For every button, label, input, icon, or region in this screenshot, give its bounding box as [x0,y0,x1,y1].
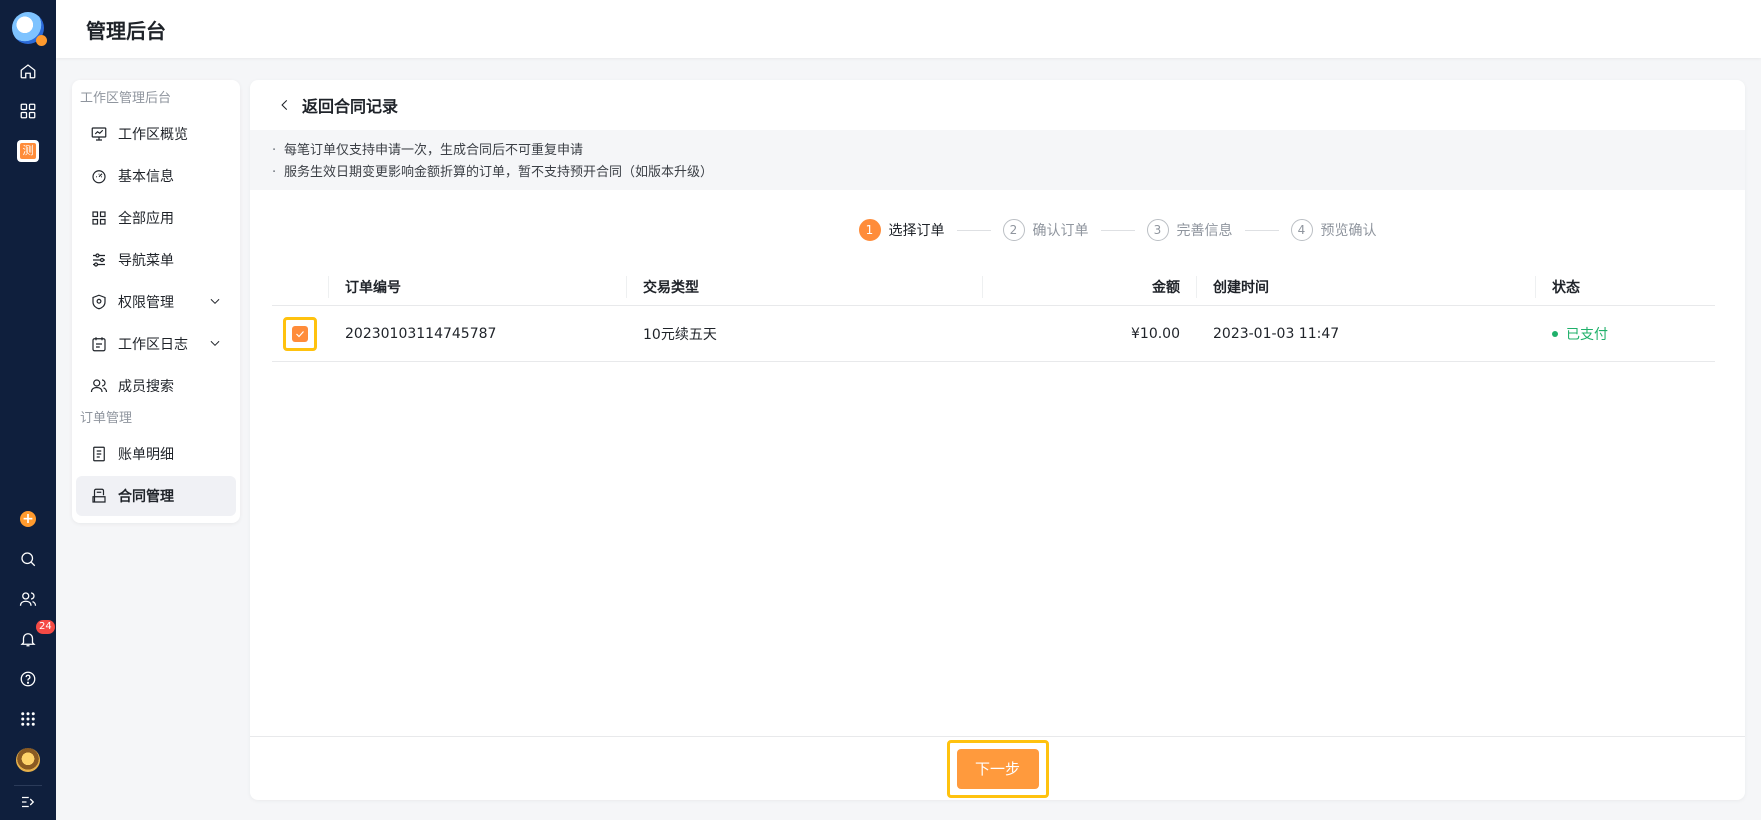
notice-text: 每笔订单仅支持申请一次，生成合同后不可重复申请 [284,143,584,158]
notice-text: 服务生效日期变更影响金额折算的订单，暂不支持预开合同（如版本升级） [284,165,714,180]
step-confirm-order: 2 确认订单 [1002,219,1089,241]
sidebar-item-overview[interactable]: 工作区概览 [76,114,236,154]
avatar [16,748,40,772]
contract-icon [92,488,106,503]
row-checkbox[interactable] [292,325,308,342]
help-icon[interactable] [10,661,46,697]
workspace-app-glyph: 测 [20,143,36,159]
step-select-order: 1 选择订单 [858,219,945,241]
sliders-icon [93,253,105,267]
header-transaction-type: 交易类型 [626,275,982,298]
row-check-cell [272,306,328,361]
orders-table: 订单编号 交易类型 金额 创建时间 状态 20230103114745787 1… [272,268,1715,362]
step-connector [956,229,991,231]
expand-sidebar-icon[interactable] [10,784,46,820]
stepper: 1 选择订单 2 确认订单 3 完善信息 4 预览确认 [250,210,1745,250]
left-rail: 测 + 24 [0,0,56,820]
cell-status: 已支付 [1535,323,1715,345]
header-order-id: 订单编号 [328,275,626,298]
sidebar-item-label: 基本信息 [118,169,174,185]
document-icon [93,446,105,462]
calendar-icon [92,337,106,352]
table-header: 订单编号 交易类型 金额 创建时间 状态 [272,268,1715,306]
notification-badge: 24 [36,620,55,634]
sidebar-item-label: 合同管理 [118,489,174,505]
header-status: 状态 [1535,275,1715,298]
step-label: 预览确认 [1320,223,1377,239]
step-connector [1244,229,1279,231]
cell-transaction-type: 10元续五天 [643,326,717,343]
header-created-time: 创建时间 [1196,275,1535,298]
sidebar-item-nav-menu[interactable]: 导航菜单 [76,240,236,280]
step-complete-info: 3 完善信息 [1146,219,1233,241]
nav-group-orders: 订单管理 [80,411,133,426]
step-number: 3 [1146,219,1169,241]
cell-amount: ¥10.00 [1131,325,1180,342]
shield-icon [92,294,106,310]
side-navigation: 工作区管理后台 工作区概览 基本信息 全部应用 导航菜单 权限管理 工作区日志 … [72,80,240,523]
next-button-highlight: 下一步 [946,739,1049,798]
chevron-left-icon [281,99,288,111]
step-number: 2 [1002,219,1025,241]
table-row[interactable]: 20230103114745787 10元续五天 ¥10.00 2023-01-… [272,306,1715,362]
panel-footer: 下一步 [250,736,1745,800]
user-avatar-button[interactable] [10,742,46,778]
sidebar-item-label: 工作区日志 [118,337,188,353]
search-icon[interactable] [10,541,46,577]
sidebar-item-label: 全部应用 [118,211,174,227]
cell-order-id: 20230103114745787 [345,325,497,342]
status-dot [1552,330,1558,337]
sidebar-item-contracts[interactable]: 合同管理 [76,476,236,516]
sidebar-item-label: 成员搜索 [118,379,174,395]
notice-line: · 服务生效日期变更影响金额折算的订单，暂不支持预开合同（如版本升级） [272,165,714,180]
chevron-down-icon [210,298,220,304]
home-icon[interactable] [10,53,46,89]
chevron-down-icon [210,340,220,346]
users-icon [90,379,108,393]
sidebar-item-label: 权限管理 [118,295,174,311]
plus-icon: + [20,511,36,527]
sidebar-item-workspace-log[interactable]: 工作区日志 [76,324,236,364]
workspace-app-icon: 测 [17,140,39,162]
top-header: 管理后台 [56,0,1761,58]
back-link[interactable]: 返回合同记录 [250,80,1745,130]
step-label: 选择订单 [888,223,945,239]
header-amount: 金额 [982,275,1196,298]
workspace-app-button[interactable]: 测 [10,133,46,169]
sidebar-item-label: 导航菜单 [118,253,174,269]
step-connector [1100,229,1135,231]
page-title: 管理后台 [86,18,166,43]
step-number: 1 [858,219,881,241]
cell-created-time: 2023-01-03 11:47 [1213,325,1340,342]
sidebar-item-billing[interactable]: 账单明细 [76,434,236,474]
checkbox-highlight [283,316,317,351]
sidebar-item-label: 账单明细 [118,447,174,463]
app-logo[interactable] [12,12,47,46]
notice-box: · 每笔订单仅支持申请一次，生成合同后不可重复申请 · 服务生效日期变更影响金额折算… [250,130,1745,190]
check-icon [296,330,304,337]
step-label: 完善信息 [1176,223,1233,239]
step-preview-confirm: 4 预览确认 [1290,219,1377,241]
add-button[interactable]: + [10,501,46,537]
next-step-button[interactable]: 下一步 [956,748,1039,789]
sidebar-item-label: 工作区概览 [118,127,188,143]
header-check-cell [272,268,328,305]
sidebar-item-all-apps[interactable]: 全部应用 [76,198,236,238]
dashboard-icon [92,170,106,184]
step-number: 4 [1290,219,1313,241]
sidebar-item-basic-info[interactable]: 基本信息 [76,156,236,196]
back-label: 返回合同记录 [302,97,399,116]
status-badge: 已支付 [1566,326,1608,343]
nav-group-workspace: 工作区管理后台 [80,91,172,106]
more-apps-icon[interactable] [10,701,46,737]
apps-grid-icon[interactable] [10,93,46,129]
contacts-icon[interactable] [10,581,46,617]
sidebar-item-member-search[interactable]: 成员搜索 [76,366,236,406]
step-label: 确认订单 [1032,223,1089,239]
sidebar-item-permissions[interactable]: 权限管理 [76,282,236,322]
notice-line: · 每笔订单仅支持申请一次，生成合同后不可重复申请 [272,143,584,158]
main-panel: 返回合同记录 · 每笔订单仅支持申请一次，生成合同后不可重复申请 · 服务生效日期变… [250,80,1745,800]
grid-icon [92,211,106,225]
monitor-icon [91,127,107,141]
